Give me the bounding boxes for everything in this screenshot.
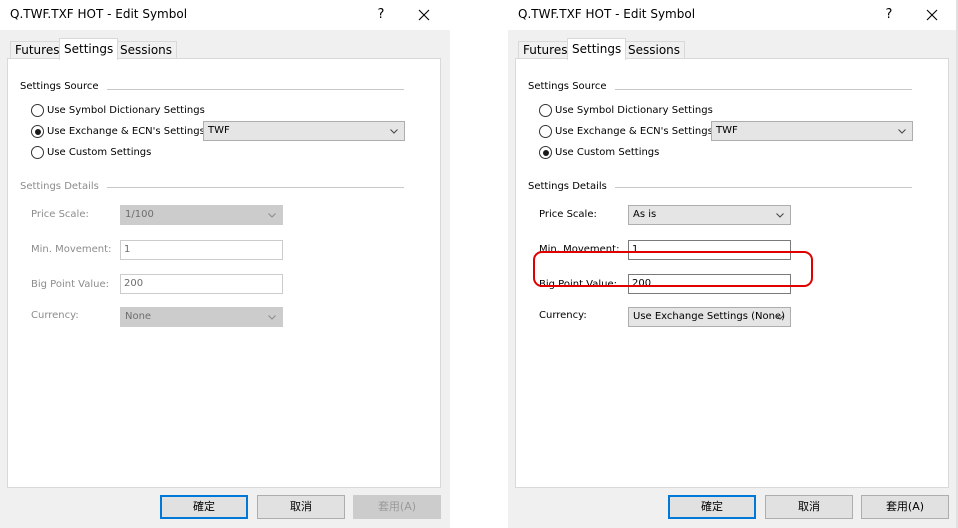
help-button[interactable]: ? [370,4,392,26]
exchange-select[interactable]: TWF [711,121,913,141]
radio-button[interactable] [31,104,44,117]
edit-symbol-dialog-right: Q.TWF.TXF HOT - Edit Symbol ? Futures Se… [508,0,958,528]
currency-select[interactable]: None [120,307,283,327]
price-scale-select[interactable]: As is [628,205,791,225]
settings-source-label: Settings Source [20,81,107,92]
radio-button[interactable] [31,125,44,138]
currency-value: Use Exchange Settings (None) [633,311,785,322]
radio-label: Use Custom Settings [555,147,660,158]
chevron-down-icon [390,129,398,134]
radio-label: Use Exchange & ECN's Settings [555,126,713,137]
help-button[interactable]: ? [878,4,900,26]
window-title: Q.TWF.TXF HOT - Edit Symbol [518,7,696,21]
close-button[interactable] [412,4,436,26]
window-title: Q.TWF.TXF HOT - Edit Symbol [10,7,188,21]
exchange-select-value: TWF [208,125,230,136]
title-bar: Q.TWF.TXF HOT - Edit Symbol ? [0,0,450,30]
tab-futures[interactable]: Futures [10,41,65,59]
price-scale-value: 1/100 [125,209,154,220]
chevron-down-icon [898,129,906,134]
title-bar: Q.TWF.TXF HOT - Edit Symbol ? [508,0,958,30]
cancel-button[interactable]: 取消 [257,495,345,519]
big-point-value-value: 200 [124,278,144,289]
currency-select[interactable]: Use Exchange Settings (None) [628,307,791,327]
radio-button[interactable] [539,104,552,117]
big-point-value-label: Big Point Value: [31,279,110,290]
price-scale-value: As is [633,209,657,220]
close-icon [418,9,430,21]
radio-label: Use Symbol Dictionary Settings [47,105,205,116]
radio-label: Use Custom Settings [47,147,152,158]
tab-futures[interactable]: Futures [518,41,573,59]
apply-button[interactable]: 套用(A) [353,495,441,519]
chevron-down-icon [268,315,276,320]
apply-button[interactable]: 套用(A) [861,495,949,519]
chevron-down-icon [268,213,276,218]
close-button[interactable] [920,4,944,26]
chevron-down-icon [776,315,784,320]
close-icon [926,9,938,21]
tab-sessions[interactable]: Sessions [623,41,686,59]
currency-label: Currency: [539,310,587,321]
settings-panel: Settings Source Use Symbol Dictionary Se… [515,58,949,488]
currency-value: None [125,311,152,322]
currency-label: Currency: [31,310,79,321]
exchange-select[interactable]: TWF [203,121,405,141]
radio-button[interactable] [539,125,552,138]
exchange-select-value: TWF [716,125,738,136]
price-scale-label: Price Scale: [31,209,89,220]
edit-symbol-dialog-left: Q.TWF.TXF HOT - Edit Symbol ? Futures Se… [0,0,450,528]
settings-source-label: Settings Source [528,81,615,92]
big-point-value-input[interactable]: 200 [120,274,283,294]
tab-sessions[interactable]: Sessions [115,41,178,59]
settings-details-label: Settings Details [20,181,107,192]
settings-panel: Settings Source Use Symbol Dictionary Se… [7,58,441,488]
price-scale-label: Price Scale: [539,209,597,220]
min-movement-label: Min. Movement: [31,244,112,255]
ok-button[interactable]: 確定 [668,495,756,519]
tab-settings[interactable]: Settings [567,38,627,60]
cancel-button[interactable]: 取消 [765,495,853,519]
settings-details-label: Settings Details [528,181,615,192]
tab-settings[interactable]: Settings [59,38,119,60]
radio-button[interactable] [31,146,44,159]
radio-button[interactable] [539,146,552,159]
ok-button[interactable]: 確定 [160,495,248,519]
price-scale-highlight [533,251,813,287]
min-movement-value: 1 [124,244,131,255]
radio-label: Use Symbol Dictionary Settings [555,105,713,116]
radio-label: Use Exchange & ECN's Settings [47,126,205,137]
min-movement-input[interactable]: 1 [120,240,283,260]
chevron-down-icon [776,213,784,218]
price-scale-select[interactable]: 1/100 [120,205,283,225]
